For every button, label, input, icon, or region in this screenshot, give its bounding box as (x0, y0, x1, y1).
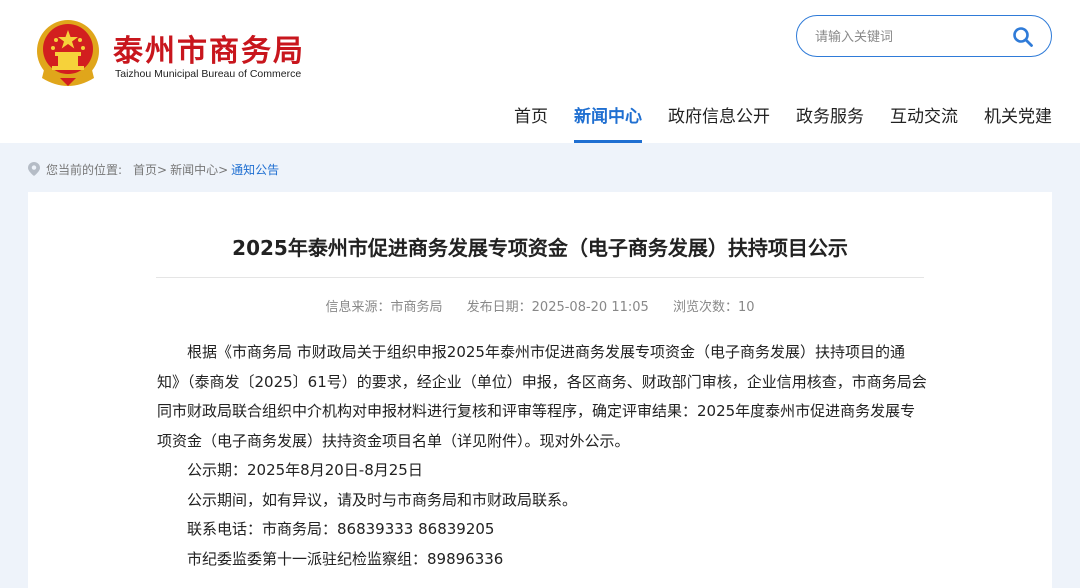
nav-item-home[interactable]: 首页 (514, 102, 548, 143)
contact-phone: 联系电话：市商务局：86839333 86839205 (187, 520, 495, 538)
search-icon[interactable] (1011, 25, 1035, 49)
breadcrumb: 您当前的位置: 首页> 新闻中心> 通知公告 (28, 160, 282, 178)
meta-views: 浏览次数：10 (672, 300, 755, 315)
nav-item-gov-info[interactable]: 政府信息公开 (668, 102, 770, 143)
nav-item-party[interactable]: 机关党建 (984, 102, 1052, 143)
article-body: 根据《市商务局 市财政局关于组织申报2025年泰州市促进商务发展专项资金（电子商… (157, 338, 927, 574)
article-title: 2025年泰州市促进商务发展专项资金（电子商务发展）扶持项目公示 (232, 236, 848, 260)
publicity-period: 公示期：2025年8月20日-8月25日 (187, 461, 423, 479)
nav-item-news[interactable]: 新闻中心 (574, 102, 642, 143)
breadcrumb-news[interactable]: 新闻中心> (170, 161, 228, 178)
search-input[interactable] (815, 25, 1005, 49)
breadcrumb-prefix: 您当前的位置: (46, 162, 123, 177)
breadcrumb-current[interactable]: 通知公告 (231, 161, 279, 178)
meta-source: 信息来源：市商务局 (325, 300, 443, 315)
site-name[interactable]: 泰州市商务局 (113, 26, 305, 70)
breadcrumb-home[interactable]: 首页> (133, 161, 167, 178)
objection-notice: 公示期间，如有异议，请及时与市商务局和市财政局联系。 (187, 490, 578, 509)
main-nav: 首页 新闻中心 政府信息公开 政务服务 互动交流 机关党建 (0, 96, 1080, 143)
site-name-en: Taizhou Municipal Bureau of Commerce (115, 68, 302, 80)
nav-item-services[interactable]: 政务服务 (796, 102, 864, 143)
title-divider (156, 277, 924, 278)
national-emblem-icon[interactable] (34, 18, 102, 88)
meta-date: 发布日期：2025-08-20 11:05 (466, 300, 649, 315)
article-meta: 信息来源：市商务局 发布日期：2025-08-20 11:05 浏览次数：10 (0, 296, 1080, 315)
nav-item-interaction[interactable]: 互动交流 (890, 102, 958, 143)
site-header: 泰州市商务局 Taizhou Municipal Bureau of Comme… (0, 0, 1080, 143)
location-pin-icon (28, 162, 40, 176)
discipline-contact: 市纪委监委第十一派驻纪检监察组：89896336 (187, 549, 504, 568)
search-box (796, 15, 1052, 57)
article-paragraph: 根据《市商务局 市财政局关于组织申报2025年泰州市促进商务发展专项资金（电子商… (157, 343, 927, 450)
